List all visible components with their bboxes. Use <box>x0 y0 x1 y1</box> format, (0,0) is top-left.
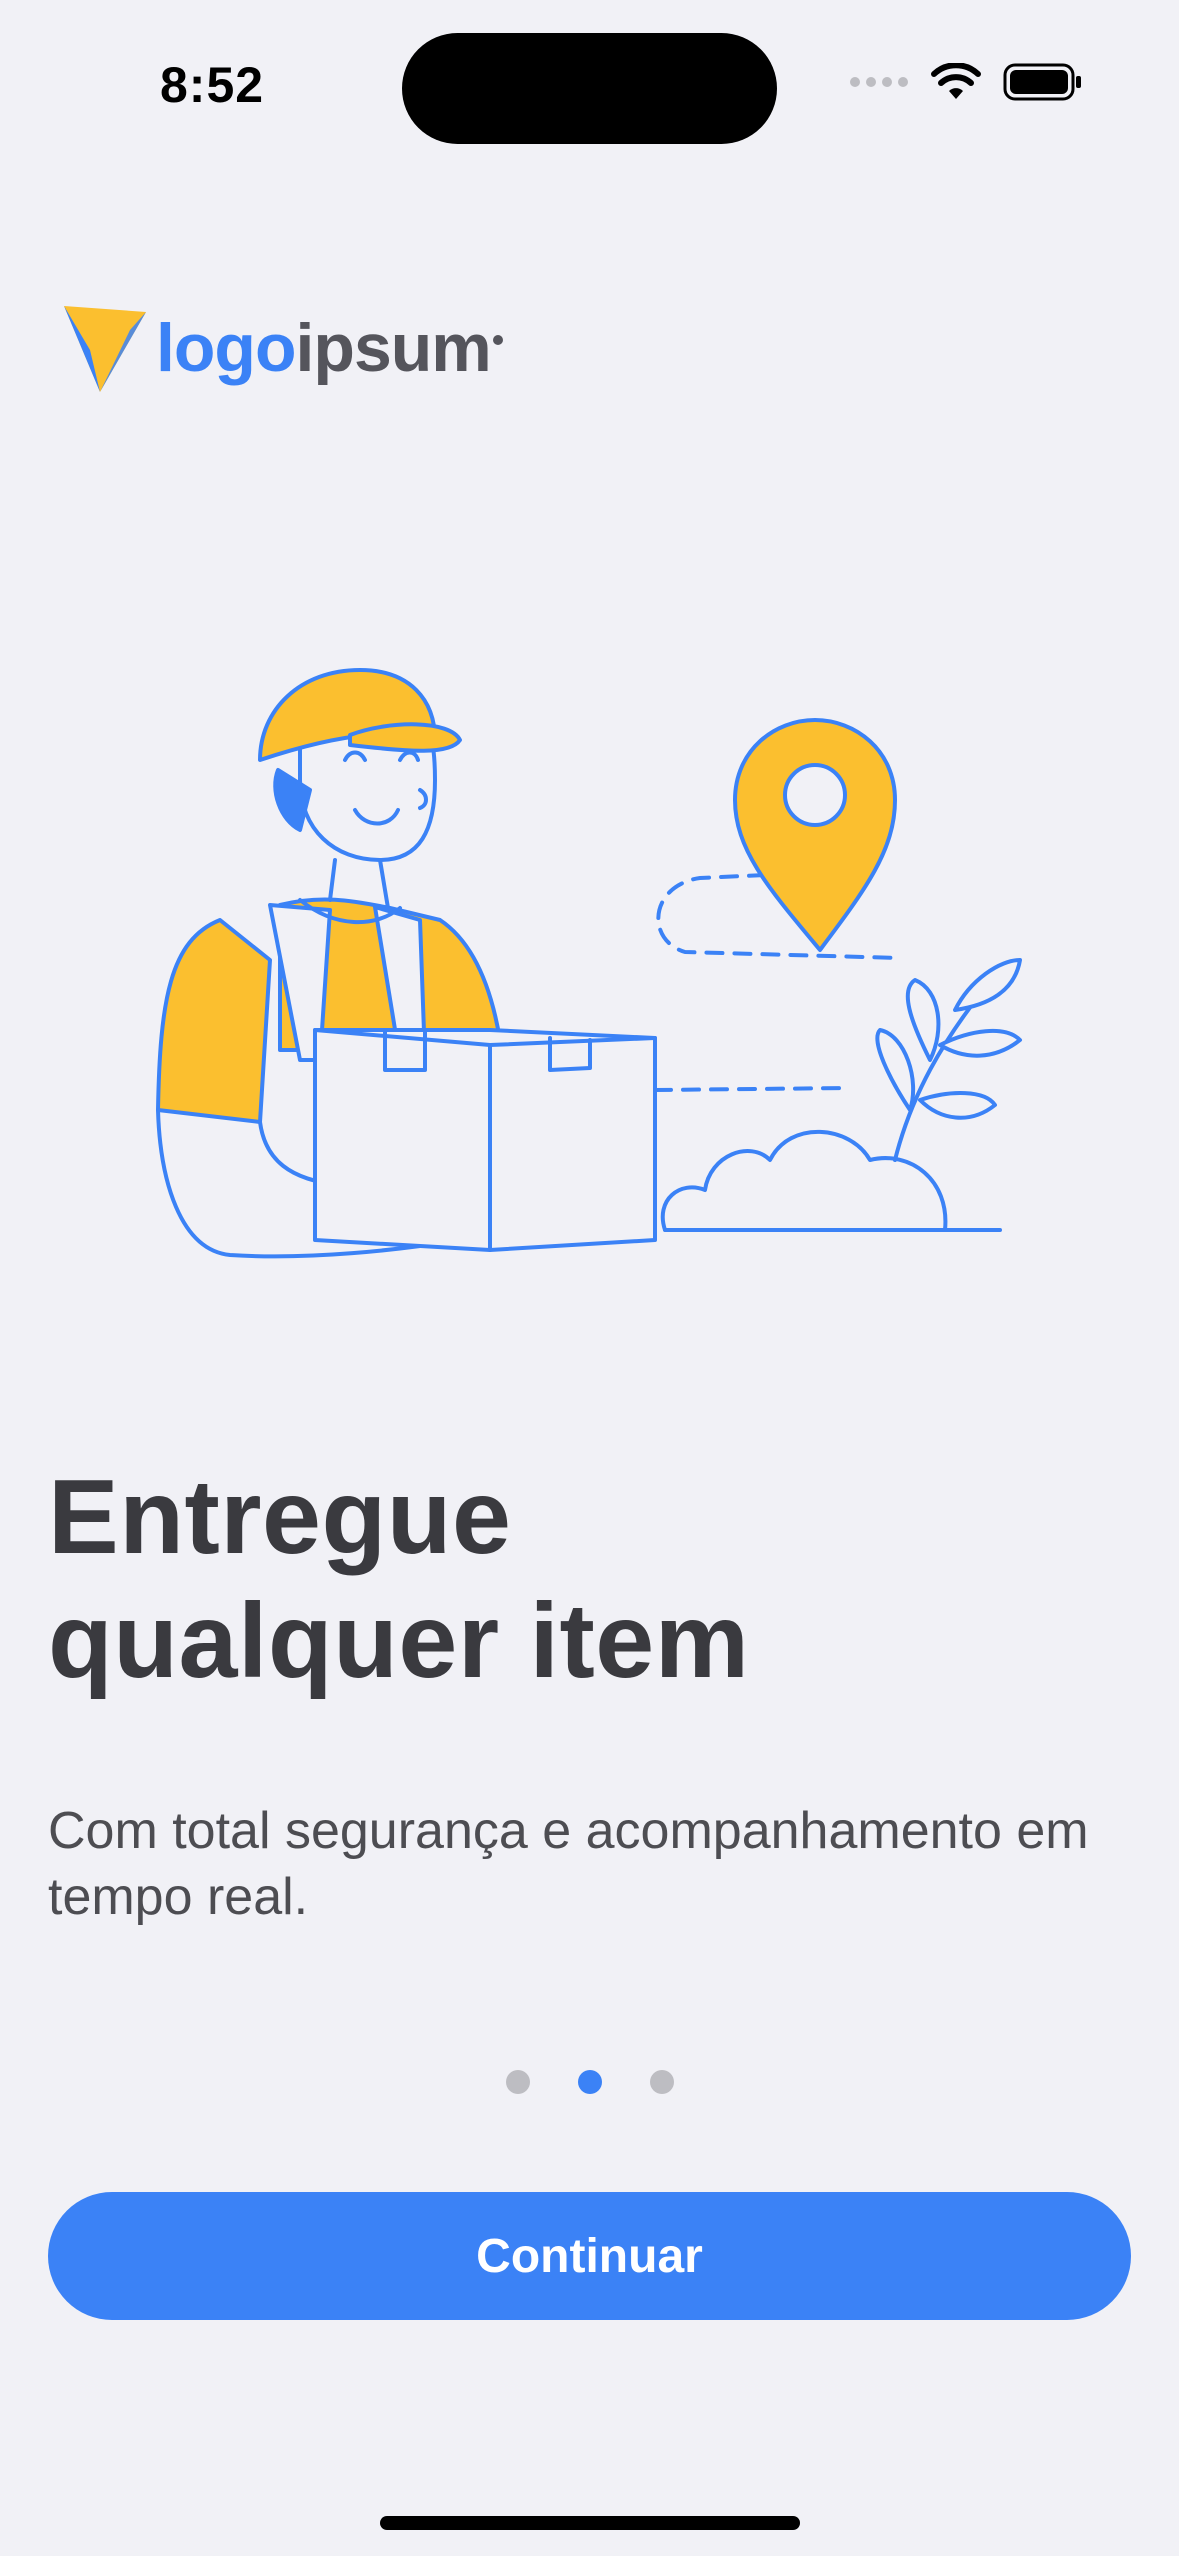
logo-text-logo: logo <box>156 310 297 386</box>
status-icons <box>849 62 1083 102</box>
onboarding-title: Entregue qualquer item <box>48 1455 1048 1703</box>
status-time: 8:52 <box>160 57 265 113</box>
onboarding-subtitle: Com total segurança e acompanhamento em … <box>48 1802 1089 1926</box>
logo-text-ipsum: ipsum <box>295 310 492 386</box>
page-indicator <box>0 2070 1179 2094</box>
battery-icon <box>1003 63 1081 101</box>
onboarding-screen: 8:52 logoipsum Entregue qualquer item Co… <box>0 0 1179 2556</box>
home-indicator[interactable] <box>380 2516 800 2530</box>
onboarding-title-line2: qualquer item <box>48 1582 750 1700</box>
wifi-icon <box>931 63 981 99</box>
brand-logo: logoipsum <box>60 300 503 396</box>
delivery-person-illustration <box>156 668 1022 1259</box>
page-dot-3[interactable] <box>649 2070 674 2094</box>
page-dot-1[interactable] <box>505 2070 530 2094</box>
triangle-logo-icon <box>64 306 146 392</box>
dynamic-island <box>402 33 777 144</box>
cellular-signal-icon <box>850 77 908 87</box>
page-dot-2-active[interactable] <box>577 2070 602 2094</box>
onboarding-title-line1: Entregue <box>48 1458 512 1576</box>
continue-button[interactable]: Continuar <box>48 2192 1131 2320</box>
